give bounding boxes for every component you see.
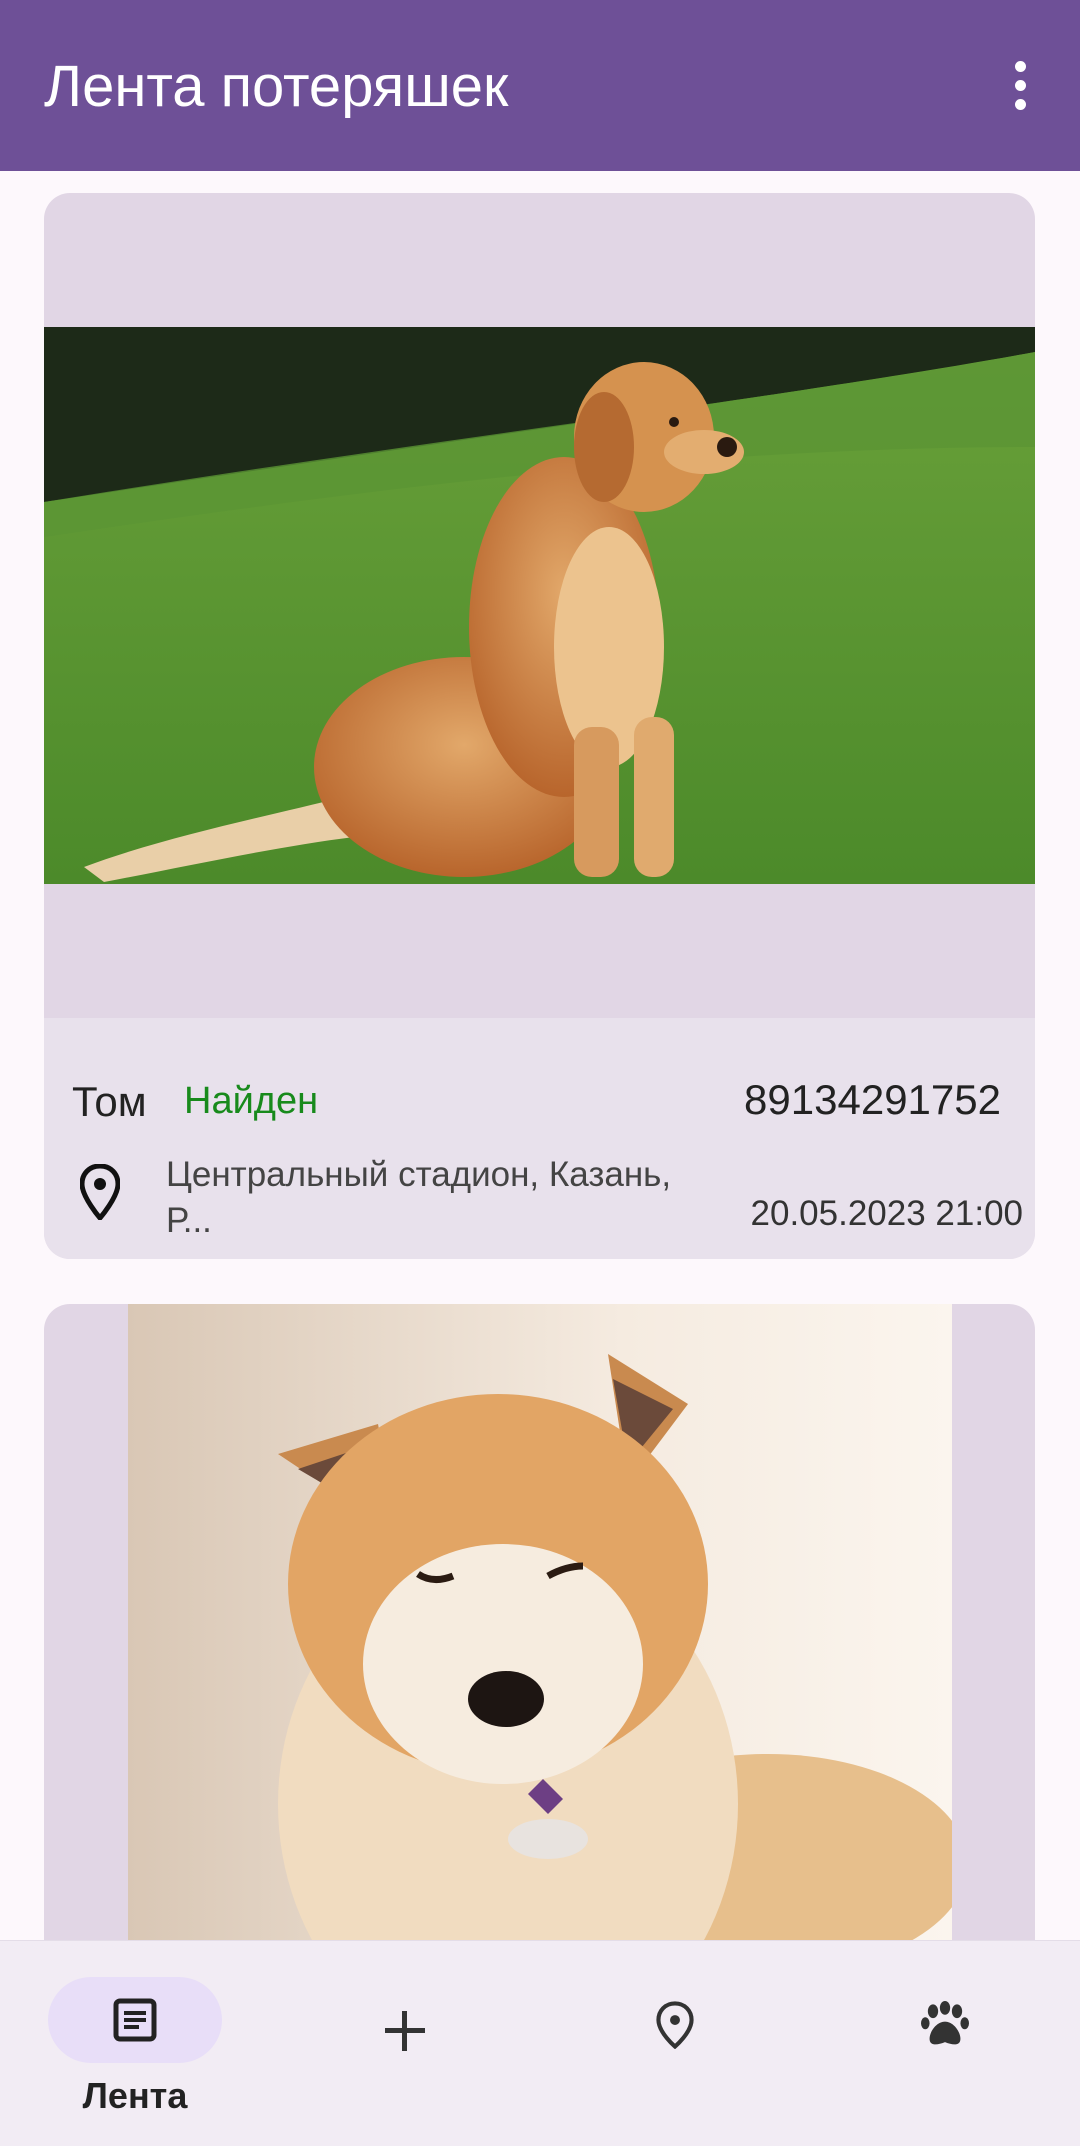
bottom-navigation: Лента	[0, 1940, 1080, 2146]
add-icon	[385, 2011, 425, 2051]
more-vert-icon[interactable]	[990, 55, 1050, 115]
top-app-bar: Лента потеряшек	[0, 0, 1080, 171]
pet-name: Том	[72, 1078, 147, 1125]
nav-item-feed[interactable]: Лента	[0, 1941, 270, 2146]
post-photo	[128, 1304, 952, 2004]
post-date: 20.05.2023 21:00	[750, 1194, 1023, 1233]
map-pin-icon	[656, 2001, 694, 2049]
contact-phone[interactable]: 89134291752	[744, 1076, 1001, 1124]
pet-address: Центральный стадион, Казань, Р...	[166, 1155, 672, 1240]
post-info: Том Найден 89134291752 Центральный стади…	[44, 1018, 1035, 1259]
status-badge: Найден	[184, 1080, 319, 1122]
post-photo	[44, 327, 1035, 884]
nav-label-feed: Лента	[82, 2075, 188, 2116]
page-title: Лента потеряшек	[44, 54, 509, 119]
nav-item-add[interactable]	[270, 1941, 540, 2146]
location-pin-icon	[80, 1164, 120, 1220]
post-card[interactable]: Том Найден 89134291752 Центральный стади…	[44, 193, 1035, 1259]
nav-item-pets[interactable]	[810, 1941, 1080, 2146]
post-card[interactable]	[44, 1304, 1035, 2004]
feed-icon	[113, 1998, 157, 2042]
nav-item-map[interactable]	[540, 1941, 810, 2146]
paw-icon	[921, 2001, 969, 2045]
